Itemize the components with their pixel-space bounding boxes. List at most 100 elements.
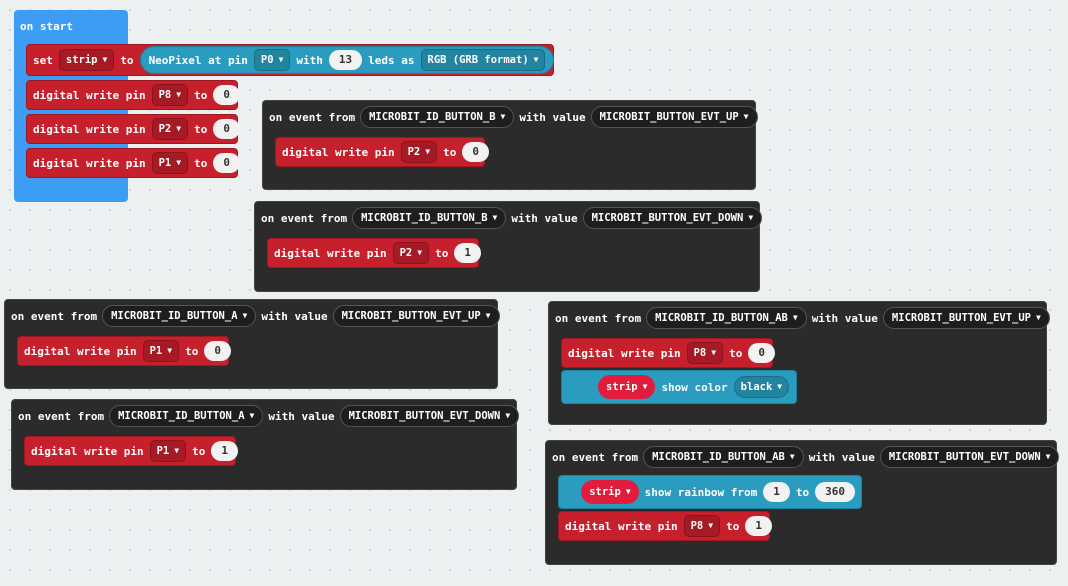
value-input[interactable]: 0 xyxy=(213,85,240,105)
event-value-dropdown[interactable]: MICROBIT_BUTTON_EVT_DOWN ▼ xyxy=(582,207,763,229)
event-source-dropdown[interactable]: MICROBIT_ID_BUTTON_A ▼ xyxy=(102,305,257,327)
to-label: to xyxy=(194,88,208,102)
event-source-dropdown[interactable]: MICROBIT_ID_BUTTON_B ▼ xyxy=(360,106,515,128)
pin-dropdown[interactable]: P1 ▼ xyxy=(142,340,180,362)
event-value-dropdown[interactable]: MICROBIT_BUTTON_EVT_DOWN ▼ xyxy=(879,446,1060,468)
digital-write-pin-block[interactable]: digital write pin P2 ▼ to 0 xyxy=(26,114,240,144)
pin-dropdown[interactable]: P8 ▼ xyxy=(151,84,189,106)
set-label: set xyxy=(33,53,53,67)
neopixel-pin-dropdown[interactable]: P0 ▼ xyxy=(253,49,291,71)
format-dropdown[interactable]: RGB (GRB format) ▼ xyxy=(420,49,546,71)
value-input[interactable]: 0 xyxy=(213,153,240,173)
dropdown-caret-icon: ▼ xyxy=(777,382,783,391)
to-label: to xyxy=(729,346,743,360)
event-block[interactable]: on event from MICROBIT_ID_BUTTON_A ▼ with… xyxy=(4,299,500,389)
with-value-label: with value xyxy=(511,211,578,225)
event-source-dropdown[interactable]: MICROBIT_ID_BUTTON_A ▼ xyxy=(109,405,264,427)
event-value-dropdown[interactable]: MICROBIT_BUTTON_EVT_UP ▼ xyxy=(882,307,1050,329)
leds-count-input[interactable]: 13 xyxy=(328,50,363,70)
event-block[interactable]: on event from MICROBIT_ID_BUTTON_AB ▼ wit… xyxy=(548,301,1050,425)
dropdown-caret-icon: ▼ xyxy=(505,411,511,420)
pin-dropdown[interactable]: P8 ▼ xyxy=(686,342,724,364)
dropdown-caret-icon: ▼ xyxy=(792,313,798,322)
with-value-label: with value xyxy=(261,309,328,323)
value-input[interactable]: 1 xyxy=(745,516,772,536)
dropdown-caret-icon: ▼ xyxy=(492,213,498,222)
pin-dropdown[interactable]: P2 ▼ xyxy=(392,242,430,264)
pin-dropdown[interactable]: P2 ▼ xyxy=(151,118,189,140)
pin-value: P2 xyxy=(399,247,413,259)
show-rainbow-block[interactable]: strip ▼ show rainbow from 1 to 360 xyxy=(558,475,862,509)
event-block[interactable]: on event from MICROBIT_ID_BUTTON_A ▼ with… xyxy=(11,399,520,490)
variable-dropdown[interactable]: strip ▼ xyxy=(58,49,115,71)
dropdown-caret-icon: ▼ xyxy=(102,55,108,64)
pin-dropdown[interactable]: P8 ▼ xyxy=(683,515,721,537)
digital-write-pin-block[interactable]: digital write pin P1 ▼ to 1 xyxy=(24,436,238,466)
dropdown-caret-icon: ▼ xyxy=(711,348,717,357)
pin-value: P8 xyxy=(158,89,172,101)
event-block[interactable]: on event from MICROBIT_ID_BUTTON_B ▼ with… xyxy=(262,100,758,190)
digital-write-pin-block[interactable]: digital write pin P1 ▼ to 0 xyxy=(26,148,240,178)
dropdown-caret-icon: ▼ xyxy=(176,158,182,167)
with-value-label: with value xyxy=(519,110,586,124)
to-label: to xyxy=(443,145,457,159)
digital-write-pin-block[interactable]: digital write pin P8 ▼ to 1 xyxy=(558,511,772,541)
digital-write-label: digital write pin xyxy=(274,246,387,260)
event-source-dropdown[interactable]: MICROBIT_ID_BUTTON_AB ▼ xyxy=(646,307,807,329)
digital-write-pin-block[interactable]: digital write pin P8 ▼ to 0 xyxy=(561,338,775,368)
digital-write-pin-block[interactable]: digital write pin P8 ▼ to 0 xyxy=(26,80,240,110)
dropdown-caret-icon: ▼ xyxy=(167,346,173,355)
value-input[interactable]: 1 xyxy=(454,243,481,263)
event-source-dropdown[interactable]: MICROBIT_ID_BUTTON_B ▼ xyxy=(352,207,507,229)
on-start-label: on start xyxy=(20,19,73,33)
event-source-dropdown[interactable]: MICROBIT_ID_BUTTON_AB ▼ xyxy=(643,446,804,468)
dropdown-caret-icon: ▼ xyxy=(417,248,423,257)
rainbow-to-input[interactable]: 360 xyxy=(815,482,855,502)
event-source-value: MICROBIT_ID_BUTTON_B xyxy=(369,111,496,123)
on-event-from-label: on event from xyxy=(552,450,639,464)
digital-write-label: digital write pin xyxy=(24,344,137,358)
digital-write-label: digital write pin xyxy=(568,346,681,360)
pin-dropdown[interactable]: P2 ▼ xyxy=(400,141,438,163)
event-block[interactable]: on event from MICROBIT_ID_BUTTON_AB ▼ wit… xyxy=(545,440,1060,565)
digital-write-pin-block[interactable]: digital write pin P2 ▼ to 0 xyxy=(275,137,489,167)
event-source-value: MICROBIT_ID_BUTTON_A xyxy=(111,310,238,322)
set-strip-block[interactable]: set strip ▼ to NeoPixel at pin P0 ▼ with 1… xyxy=(26,44,555,76)
strip-variable-value: strip xyxy=(606,381,638,393)
neopixel-pin-value: P0 xyxy=(260,54,274,66)
strip-variable-dropdown[interactable]: strip ▼ xyxy=(598,375,656,399)
on-start-block[interactable]: on start set strip ▼ to NeoPixel at pin P… xyxy=(14,10,555,202)
dropdown-caret-icon: ▼ xyxy=(176,124,182,133)
value-input[interactable]: 1 xyxy=(211,441,238,461)
value-input[interactable]: 0 xyxy=(213,119,240,139)
pin-dropdown[interactable]: P1 ▼ xyxy=(149,440,187,462)
value-input[interactable]: 0 xyxy=(204,341,231,361)
digital-write-label: digital write pin xyxy=(33,156,146,170)
neopixel-create-block[interactable]: NeoPixel at pin P0 ▼ with 13 leds as RGB … xyxy=(139,46,555,74)
value-input[interactable]: 0 xyxy=(748,343,775,363)
color-dropdown[interactable]: black ▼ xyxy=(733,376,790,398)
digital-write-pin-block[interactable]: digital write pin P2 ▼ to 1 xyxy=(267,238,481,268)
digital-write-pin-block[interactable]: digital write pin P1 ▼ to 0 xyxy=(17,336,231,366)
rainbow-from-input[interactable]: 1 xyxy=(763,482,790,502)
event-value-value: MICROBIT_BUTTON_EVT_UP xyxy=(599,111,739,123)
event-block[interactable]: on event from MICROBIT_ID_BUTTON_B ▼ with… xyxy=(254,201,763,292)
show-color-label: show color xyxy=(661,380,728,394)
dropdown-caret-icon: ▼ xyxy=(242,311,248,320)
pin-dropdown[interactable]: P1 ▼ xyxy=(151,152,189,174)
dropdown-caret-icon: ▼ xyxy=(174,446,180,455)
event-value-value: MICROBIT_BUTTON_EVT_DOWN xyxy=(348,410,501,422)
pin-value: P2 xyxy=(407,146,421,158)
dropdown-caret-icon: ▼ xyxy=(176,90,182,99)
event-source-value: MICROBIT_ID_BUTTON_B xyxy=(361,212,488,224)
show-color-block[interactable]: strip ▼ show color black ▼ xyxy=(561,370,797,404)
event-value-dropdown[interactable]: MICROBIT_BUTTON_EVT_DOWN ▼ xyxy=(339,405,520,427)
digital-write-label: digital write pin xyxy=(33,122,146,136)
value-input[interactable]: 0 xyxy=(462,142,489,162)
dropdown-caret-icon: ▼ xyxy=(500,112,506,121)
digital-write-label: digital write pin xyxy=(33,88,146,102)
event-value-dropdown[interactable]: MICROBIT_BUTTON_EVT_UP ▼ xyxy=(590,106,758,128)
strip-variable-dropdown[interactable]: strip ▼ xyxy=(581,480,639,504)
event-value-dropdown[interactable]: MICROBIT_BUTTON_EVT_UP ▼ xyxy=(332,305,500,327)
pin-value: P1 xyxy=(158,157,172,169)
